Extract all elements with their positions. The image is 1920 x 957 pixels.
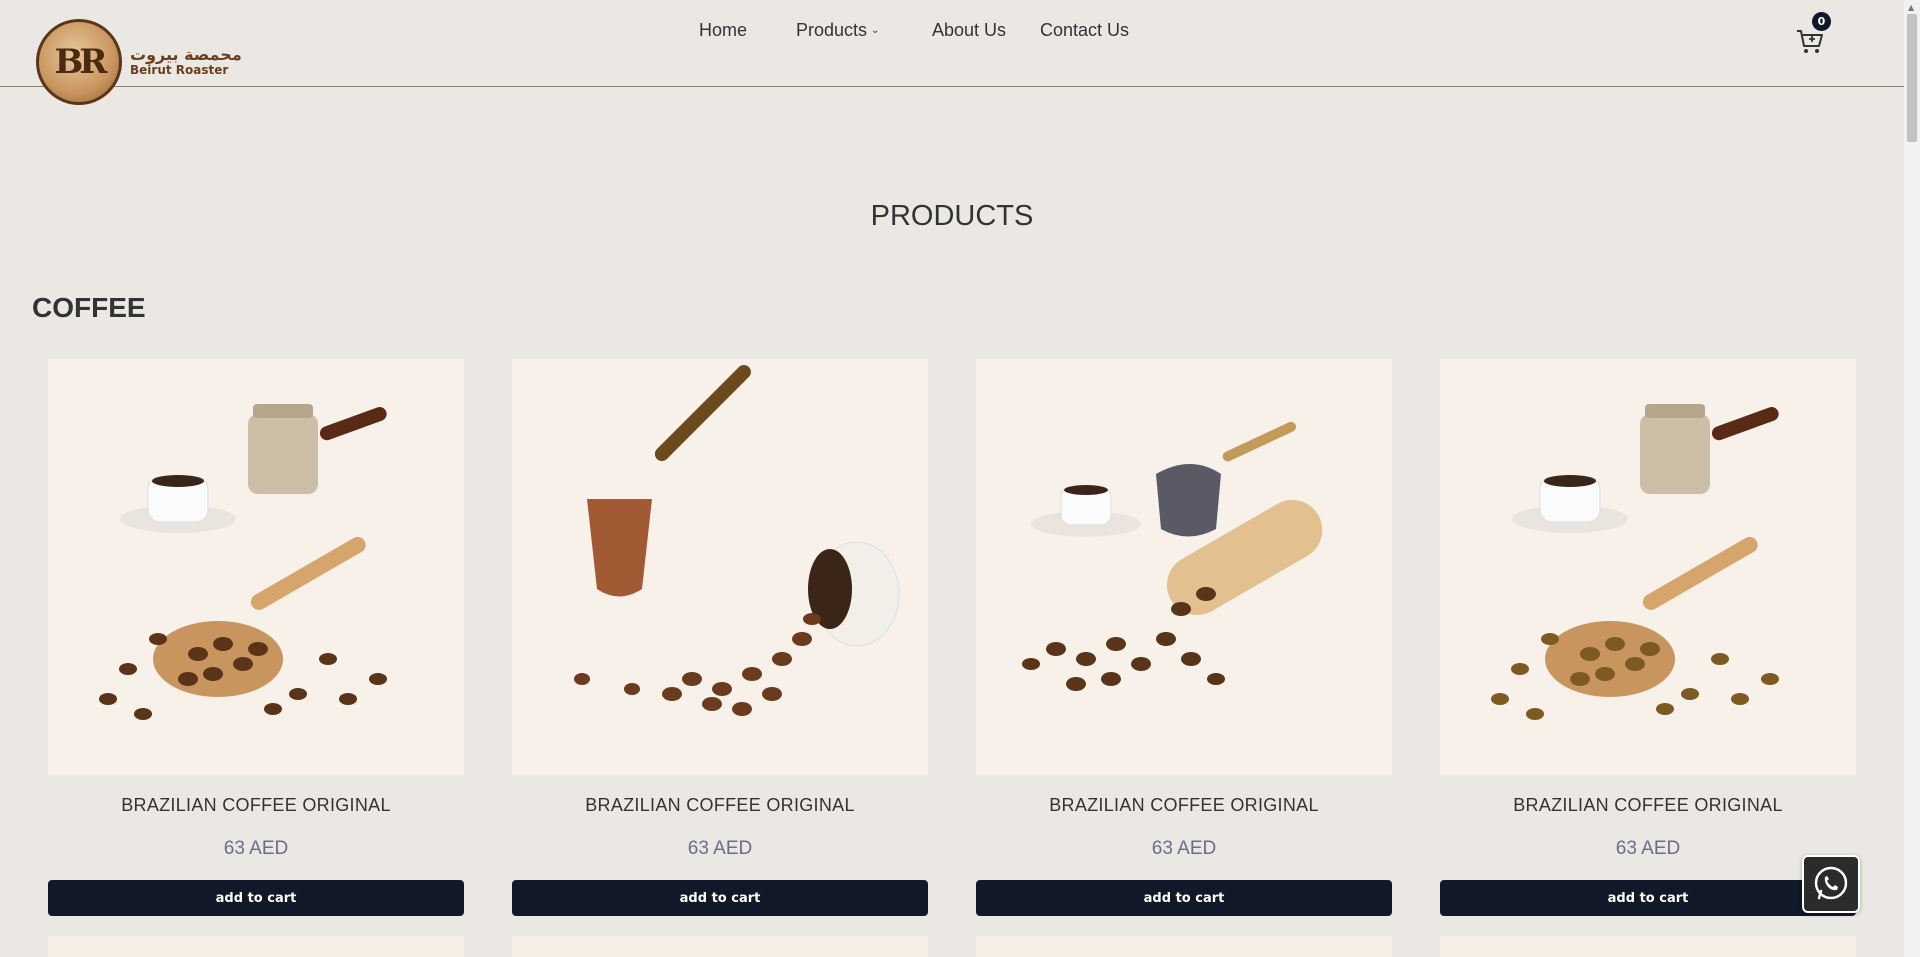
scrollbar-thumb[interactable] [1907,14,1917,142]
nav-about-us[interactable]: About Us [932,20,1006,41]
whatsapp-button[interactable] [1802,855,1860,913]
nav-contact-us[interactable]: Contact Us [1040,20,1129,41]
section-title-coffee: COFFEE [32,292,146,323]
product-name[interactable]: BRAZILIAN COFFEE ORIGINAL [512,795,928,816]
add-to-cart-button[interactable]: add to cart [1440,880,1856,916]
site-header: BR محمصة بيروت Beirut Roaster Home Produ… [0,0,1904,105]
nav-products[interactable]: Products ⌄ [796,20,879,41]
product-card-partial[interactable] [48,936,464,957]
logo-english-name: Beirut Roaster [130,63,229,78]
cart-count-badge: 0 [1812,12,1831,31]
product-card: BRAZILIAN COFFEE ORIGINAL 63 AED add to … [512,359,928,916]
product-card-partial[interactable] [512,936,928,957]
add-to-cart-button[interactable]: add to cart [48,880,464,916]
add-to-cart-button[interactable]: add to cart [512,880,928,916]
nav-products-label: Products [796,19,868,40]
product-card-partial[interactable] [1440,936,1856,957]
chevron-down-icon: ⌄ [871,25,880,37]
nav-home[interactable]: Home [699,20,747,41]
product-image[interactable] [512,359,928,775]
scroll-up-arrow-icon[interactable]: ▲ [1908,3,1914,12]
product-price: 63 AED [223,838,289,859]
logo-emblem: BR [36,19,122,105]
product-name[interactable]: BRAZILIAN COFFEE ORIGINAL [48,795,464,816]
product-name[interactable]: BRAZILIAN COFFEE ORIGINAL [976,795,1392,816]
whatsapp-icon [1814,866,1848,900]
page-scrollbar[interactable]: ▲ [1904,0,1920,957]
product-price: 63 AED [1151,838,1217,859]
product-card: BRAZILIAN COFFEE ORIGINAL 63 AED add to … [1440,359,1856,916]
product-image[interactable] [976,359,1392,775]
product-price: 63 AED [1615,838,1681,859]
page-title: PRODUCTS [870,200,1034,232]
product-name[interactable]: BRAZILIAN COFFEE ORIGINAL [1440,795,1856,816]
product-card: BRAZILIAN COFFEE ORIGINAL 63 AED add to … [48,359,464,916]
product-card: BRAZILIAN COFFEE ORIGINAL 63 AED add to … [976,359,1392,916]
product-price: 63 AED [687,838,753,859]
logo-arabic-name: محمصة بيروت [130,44,242,64]
product-card-partial[interactable] [976,936,1392,957]
product-image[interactable] [1440,359,1856,775]
product-image[interactable] [48,359,464,775]
add-to-cart-button[interactable]: add to cart [976,880,1392,916]
brand-logo[interactable]: BR محمصة بيروت Beirut Roaster [36,18,242,106]
